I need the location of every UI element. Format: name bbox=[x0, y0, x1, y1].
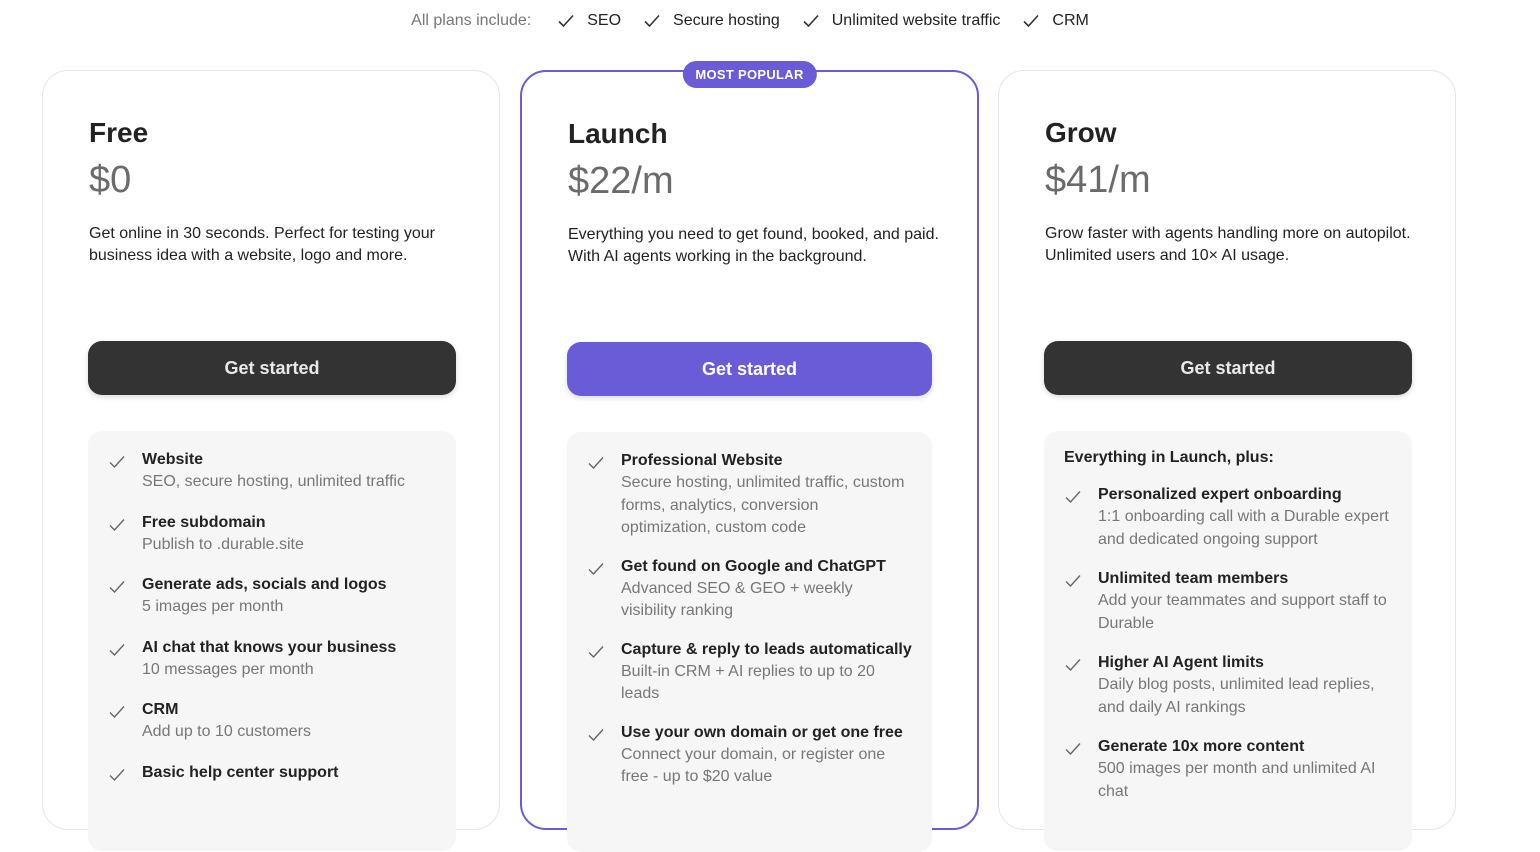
feature-title: AI chat that knows your business bbox=[142, 638, 397, 656]
feature-item: Unlimited team members Add your teammates… bbox=[1064, 568, 1392, 635]
check-icon bbox=[108, 516, 126, 534]
include-item-label: Unlimited website traffic bbox=[831, 12, 1001, 29]
feature-detail: Publish to .durable.site bbox=[142, 535, 304, 553]
feature-item: CRM Add up to 10 customers bbox=[108, 699, 436, 744]
feature-detail: Secure hosting, unlimited traffic, custo… bbox=[621, 474, 905, 536]
include-item-hosting: Secure hosting bbox=[643, 12, 780, 30]
feature-detail: 5 images per month bbox=[142, 598, 284, 615]
feature-title: Professional Website bbox=[621, 452, 783, 469]
plan-price: $22/m bbox=[568, 160, 674, 202]
check-icon bbox=[587, 643, 605, 661]
feature-detail: SEO, secure hosting, unlimited traffic bbox=[142, 473, 405, 490]
feature-list: Everything in Launch, plus: Personalized… bbox=[1044, 431, 1412, 851]
feature-detail: 10 messages per month bbox=[142, 660, 314, 678]
feature-detail: Advanced SEO & GEO + weekly visibility r… bbox=[621, 579, 853, 620]
get-started-button-grow[interactable]: Get started bbox=[1044, 341, 1412, 395]
feature-list: Website SEO, secure hosting, unlimited tr… bbox=[88, 431, 456, 851]
include-item-traffic: Unlimited website traffic bbox=[802, 12, 1001, 30]
feature-title: Personalized expert onboarding bbox=[1098, 486, 1342, 503]
feature-item: Free subdomain Publish to .durable.site bbox=[108, 512, 436, 557]
feature-item: AI chat that knows your business 10 messa… bbox=[108, 637, 436, 682]
plan-card-grow: Grow $41/m Grow faster with agents handl… bbox=[998, 70, 1456, 851]
feature-title: Website bbox=[142, 451, 204, 468]
feature-item: Capture & reply to leads automatically Bu… bbox=[587, 639, 912, 706]
feature-detail: Daily blog posts, unlimited lead replies… bbox=[1098, 676, 1375, 716]
feature-item: Higher AI Agent limits Daily blog posts, … bbox=[1064, 652, 1392, 719]
check-icon bbox=[1064, 572, 1082, 590]
plan-description: Get online in 30 seconds. Perfect for te… bbox=[89, 225, 435, 264]
feature-title: Capture & reply to leads automatically bbox=[621, 640, 912, 658]
plan-card-launch: MOST POPULAR Launch $22/m Everything you… bbox=[520, 61, 979, 852]
include-item-label: CRM bbox=[1052, 12, 1089, 29]
check-icon bbox=[108, 453, 126, 471]
include-item-label: Secure hosting bbox=[673, 12, 780, 29]
plan-card-free: Free $0 Get online in 30 seconds. Perfec… bbox=[42, 70, 500, 851]
feature-title: Basic help center support bbox=[142, 763, 339, 781]
feature-item: Generate 10x more content 500 images per … bbox=[1064, 736, 1392, 803]
check-icon bbox=[587, 726, 605, 744]
plan-name: Free bbox=[89, 117, 149, 148]
feature-title: CRM bbox=[142, 701, 179, 718]
feature-item: Generate ads, socials and logos 5 images … bbox=[108, 574, 436, 619]
features-intro: Everything in Launch, plus: bbox=[1064, 449, 1274, 466]
get-started-button-launch[interactable]: Get started bbox=[567, 342, 932, 396]
plans-include-label: All plans include: bbox=[411, 12, 532, 29]
check-icon bbox=[802, 12, 820, 30]
check-icon bbox=[1064, 740, 1082, 758]
check-icon bbox=[108, 578, 126, 596]
check-icon bbox=[587, 454, 605, 472]
check-icon bbox=[557, 12, 575, 30]
check-icon bbox=[1064, 656, 1082, 674]
feature-detail: 500 images per month and unlimited AI ch… bbox=[1098, 760, 1376, 800]
feature-detail: Add up to 10 customers bbox=[142, 723, 311, 740]
get-started-button-free[interactable]: Get started bbox=[88, 341, 456, 395]
feature-title: Free subdomain bbox=[142, 513, 266, 531]
plan-description: Everything you need to get found, booked… bbox=[568, 226, 939, 265]
plan-price: $0 bbox=[89, 159, 132, 201]
feature-item: Personalized expert onboarding 1:1 onboar… bbox=[1064, 484, 1392, 551]
check-icon bbox=[108, 766, 126, 784]
feature-title: Higher AI Agent limits bbox=[1098, 654, 1264, 671]
feature-item: Professional Website Secure hosting, unli… bbox=[587, 450, 912, 540]
check-icon bbox=[587, 560, 605, 578]
feature-title: Unlimited team members bbox=[1098, 570, 1289, 587]
feature-detail: Connect your domain, or register one fre… bbox=[621, 745, 886, 786]
plan-description: Grow faster with agents handling more on… bbox=[1045, 225, 1411, 264]
most-popular-badge: MOST POPULAR bbox=[682, 61, 817, 88]
feature-item: Get found on Google and ChatGPT Advanced … bbox=[587, 556, 912, 623]
check-icon bbox=[1064, 488, 1082, 506]
feature-item: Basic help center support bbox=[108, 762, 436, 784]
feature-list: Professional Website Secure hosting, unli… bbox=[567, 432, 932, 852]
plans-include-bar: All plans include: SEO Secure hosting Un… bbox=[0, 0, 1500, 42]
feature-item: Website SEO, secure hosting, unlimited tr… bbox=[108, 449, 436, 494]
check-icon bbox=[643, 12, 661, 30]
include-item-seo: SEO bbox=[557, 12, 621, 30]
feature-title: Generate 10x more content bbox=[1098, 738, 1305, 755]
feature-item: Use your own domain or get one free Conne… bbox=[587, 722, 912, 789]
plan-price: $41/m bbox=[1045, 159, 1151, 201]
check-icon bbox=[108, 641, 126, 659]
feature-title: Get found on Google and ChatGPT bbox=[621, 557, 886, 575]
include-item-label: SEO bbox=[587, 12, 622, 29]
feature-detail: Built-in CRM + AI replies to up to 20 le… bbox=[621, 662, 875, 703]
feature-title: Generate ads, socials and logos bbox=[142, 576, 387, 593]
include-item-crm: CRM bbox=[1022, 12, 1089, 30]
plan-name: Grow bbox=[1045, 117, 1117, 148]
feature-detail: Add your teammates and support staff to … bbox=[1098, 592, 1387, 632]
feature-detail: 1:1 onboarding call with a Durable exper… bbox=[1098, 508, 1389, 548]
plan-name: Launch bbox=[568, 118, 668, 149]
check-icon bbox=[1022, 12, 1040, 30]
check-icon bbox=[108, 703, 126, 721]
feature-title: Use your own domain or get one free bbox=[621, 723, 903, 741]
